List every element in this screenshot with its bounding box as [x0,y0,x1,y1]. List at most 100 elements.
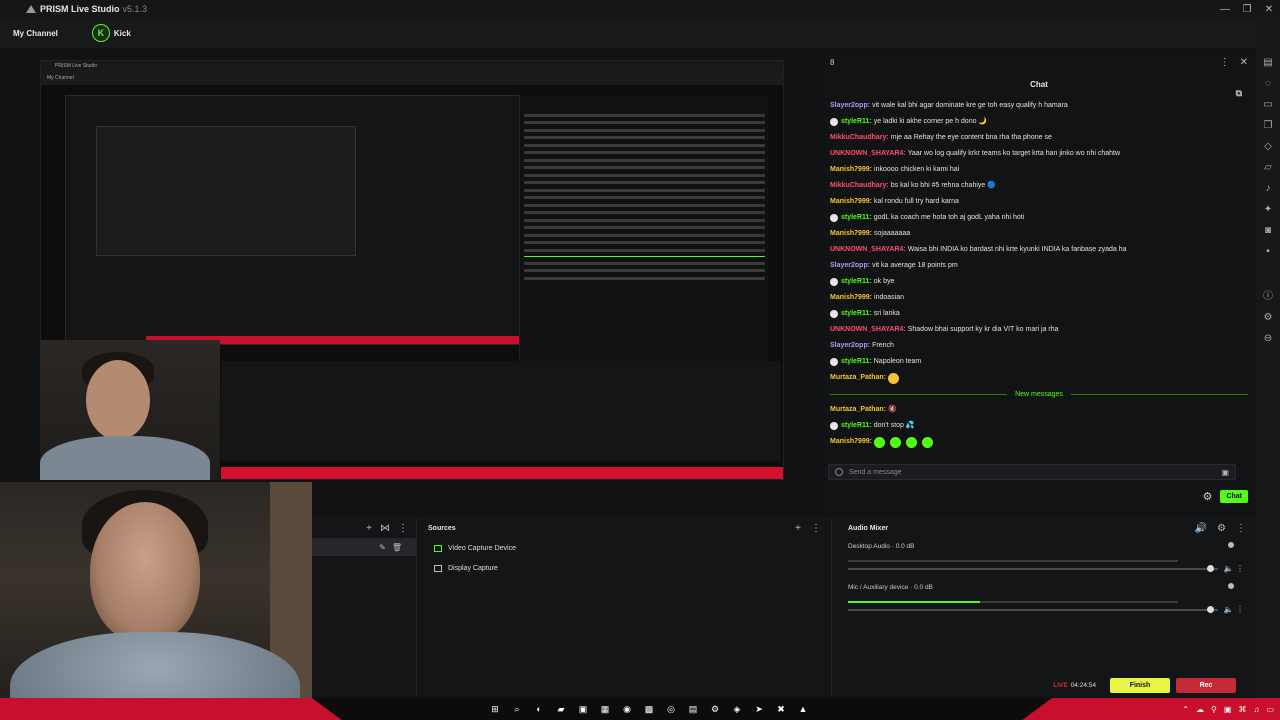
copy-icon[interactable]: ❐ [1264,115,1273,136]
sources-more-icon[interactable]: ⋮ [811,523,821,534]
shield-icon[interactable]: ◇ [1264,136,1272,157]
telegram-icon[interactable]: ➤ [750,700,768,718]
comment-icon[interactable]: ▱ [1264,157,1272,178]
chat-header: Chat ⧉ [822,72,1256,98]
scene-transition-icon[interactable]: ⋈ [380,523,390,534]
info-icon[interactable]: ⓘ [1263,286,1273,307]
chat-username[interactable]: Manish7999: [830,162,872,178]
volume-slider[interactable] [848,606,1218,613]
chat-username[interactable]: Slayer2opp: [830,98,870,114]
chat-username[interactable]: UNKNOWN_SHAYAR4: [830,322,906,338]
speaker-tray-icon[interactable]: ♫ [1253,705,1259,714]
chat-username[interactable]: Manish7999: [830,226,872,242]
chat-username[interactable]: Manish7999: [830,434,872,450]
chat-username[interactable]: Manish7999: [830,194,872,210]
chat-text: Waisa bhi INDIA ko bardast nhi krte kyun… [907,246,1127,253]
chat-username[interactable]: styleR11: [841,210,872,226]
chat-settings-gear-icon[interactable]: ⚙ [1203,490,1213,503]
layout-icon[interactable]: ▤ [1263,52,1272,73]
delete-scene-icon[interactable]: 🗑 [392,543,402,552]
chat-username[interactable]: UNKNOWN_SHAYAR4: [830,242,906,258]
chat-username[interactable]: styleR11: [841,306,872,322]
network-icon[interactable]: ⌘ [1238,705,1246,714]
my-channel-button[interactable]: My Channel [13,29,58,38]
popout-icon[interactable]: ⧉ [1236,80,1242,106]
chat-message: styleR11: ye ladki ki akhe corner pe h do… [830,114,1248,130]
music-icon[interactable]: ♪ [1266,178,1271,199]
settings-icon[interactable]: ⚙ [1264,307,1273,328]
scene-item-selected[interactable]: ✎ 🗑 [312,538,416,556]
channel-toggle[interactable] [1228,583,1234,589]
camera-icon[interactable]: ◙ [1265,220,1271,241]
volume-icon[interactable]: 🔊 [1195,523,1207,534]
more-options-icon[interactable]: ⋮ [1220,57,1230,68]
chat-username[interactable]: Manish7999: [830,290,872,306]
chat-send-button[interactable]: Chat [1220,490,1248,503]
chat-username[interactable]: MikkuChaudhary: [830,130,889,146]
mixer-more-icon[interactable]: ⋮ [1236,523,1246,534]
save-icon[interactable]: ▪ [1266,241,1270,262]
close-icon[interactable]: ✕ [1258,0,1280,18]
windows-start-icon[interactable]: ⊞ [486,700,504,718]
add-source-icon[interactable]: + [795,523,801,534]
finish-button[interactable]: Finish [1110,677,1170,693]
lock-icon[interactable]: ▣ [1224,705,1232,714]
viewer-icon[interactable]: ▭ [1263,94,1272,115]
whatsapp-icon[interactable]: ◎ [662,700,680,718]
battery-icon[interactable]: ▭ [1266,705,1274,714]
new-messages-divider[interactable]: New messages [830,386,1249,402]
chat-username[interactable]: MikkuChaudhary: [830,178,889,194]
source-item-video-capture[interactable]: Video Capture Device [418,538,831,558]
speaker-icon[interactable]: 🔈 ⋮ [1224,605,1244,614]
app-green-icon[interactable]: ▤ [684,700,702,718]
store-icon[interactable]: ▣ [574,700,592,718]
maximize-icon[interactable]: ❐ [1236,0,1258,18]
prism-taskbar-icon[interactable]: ▲ [794,700,812,718]
chat-username[interactable]: Slayer2opp: [830,338,870,354]
kick-channel-label[interactable]: Kick [114,29,131,38]
edit-scene-icon[interactable]: ✎ [379,543,386,552]
edge-icon[interactable]: ◐ [530,700,548,718]
mixer-settings-icon[interactable]: ⚙ [1217,523,1226,534]
chrome-icon[interactable]: ◉ [618,700,636,718]
chat-username[interactable]: styleR11: [841,274,872,290]
chat-input-field[interactable]: Send a message ▣ [828,464,1236,480]
rec-button[interactable]: Rec [1176,677,1236,693]
chat-username[interactable]: Murtaza_Pathan: [830,370,886,386]
cloud-icon[interactable]: ☁ [1196,705,1204,714]
folder-icon[interactable]: ▰ [552,700,570,718]
speaker-icon[interactable]: 🔈 ⋮ [1224,564,1244,573]
close-chat-icon[interactable]: ✕ [1240,57,1248,68]
chat-username[interactable]: styleR11: [841,354,872,370]
chat-message: styleR11: Napoleon team [830,354,1248,370]
chat-username[interactable]: styleR11: [841,418,872,434]
app-x-icon[interactable]: ✖ [772,700,790,718]
magic-wand-icon[interactable]: ✦ [1264,199,1272,220]
minus-circle-icon[interactable]: ⊖ [1264,328,1272,349]
camera-icon [434,544,442,552]
chat-bubble-icon[interactable]: ◌ [1265,73,1271,94]
kick-channel-icon[interactable]: K [91,24,110,42]
scene-more-icon[interactable]: ⋮ [398,523,408,534]
app-red-icon[interactable]: ▩ [640,700,658,718]
chat-username[interactable]: Murtaza_Pathan: [830,402,886,418]
chat-username[interactable]: Slayer2opp: [830,258,870,274]
vscode-icon[interactable]: ◈ [728,700,746,718]
send-icon[interactable]: ▣ [1221,468,1229,477]
chat-username[interactable]: styleR11: [841,114,872,130]
add-scene-icon[interactable]: + [366,523,372,534]
chevron-up-icon[interactable]: ⌃ [1182,705,1189,714]
mic-icon[interactable]: ⚲ [1211,705,1217,714]
user-badge-icon [830,422,838,430]
calculator-icon[interactable]: ▦ [596,700,614,718]
volume-slider[interactable] [848,565,1218,572]
emoji-icon[interactable] [835,468,843,476]
chat-message: Manish7999: inkoooo chicken ki kami hai [830,162,1248,178]
settings-app-icon[interactable]: ⚙ [706,700,724,718]
source-item-display-capture[interactable]: Display Capture [418,558,831,578]
channel-toggle[interactable] [1228,542,1234,548]
chat-message-list[interactable]: Slayer2opp: vit wale kal bhi agar dominat… [822,94,1256,454]
minimize-icon[interactable]: — [1214,0,1236,18]
chat-username[interactable]: UNKNOWN_SHAYAR4: [830,146,906,162]
search-icon[interactable]: ⌕ [508,700,526,718]
